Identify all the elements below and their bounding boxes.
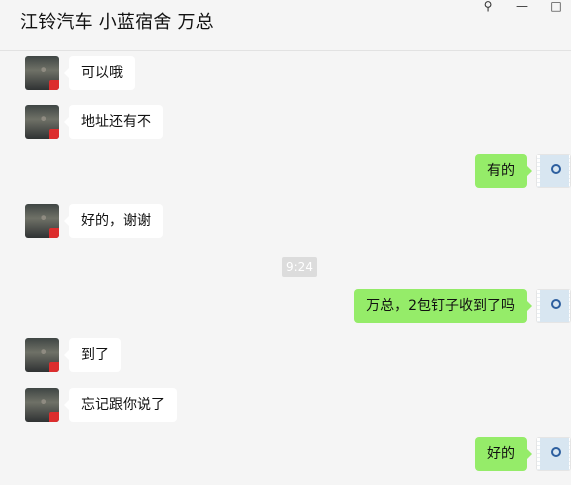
message-row: 到了 — [0, 338, 571, 378]
chat-header: 江铃汽车 小蓝宿舍 万总 ⚲ — □ — [0, 0, 571, 51]
incoming-message[interactable]: 可以哦 — [64, 56, 135, 90]
message-list[interactable]: 可以哦 地址还有不 有的 好的，谢谢 9:24 万总，2包钉子收到了吗 到了 忘… — [0, 51, 571, 485]
maximize-icon[interactable]: □ — [549, 0, 563, 12]
incoming-message[interactable]: 好的，谢谢 — [64, 204, 163, 238]
chat-window: 江铃汽车 小蓝宿舍 万总 ⚲ — □ 可以哦 地址还有不 有的 好的，谢谢 9:… — [0, 0, 571, 485]
incoming-message[interactable]: 地址还有不 — [64, 105, 163, 139]
message-row: 好的 — [0, 437, 571, 477]
red-flag-icon — [49, 129, 59, 139]
red-flag-icon — [49, 228, 59, 238]
incoming-message[interactable]: 忘记跟你说了 — [64, 388, 177, 422]
message-row: 忘记跟你说了 — [0, 388, 571, 428]
message-row: 可以哦 — [0, 56, 571, 96]
outgoing-message[interactable]: 有的 — [475, 154, 532, 188]
chat-title: 江铃汽车 小蓝宿舍 万总 — [20, 12, 214, 33]
message-row: 万总，2包钉子收到了吗 — [0, 289, 571, 329]
red-flag-icon — [49, 362, 59, 372]
contact-avatar[interactable] — [25, 105, 59, 139]
red-flag-icon — [49, 80, 59, 90]
circle-icon — [551, 447, 561, 457]
incoming-message[interactable]: 到了 — [64, 338, 121, 372]
self-avatar[interactable] — [536, 437, 571, 471]
window-controls: ⚲ — □ — [481, 0, 563, 12]
message-row: 好的，谢谢 — [0, 204, 571, 244]
message-timestamp: 9:24 — [282, 257, 317, 277]
message-row: 地址还有不 — [0, 105, 571, 145]
pin-icon[interactable]: ⚲ — [481, 0, 495, 12]
minimize-icon[interactable]: — — [515, 0, 529, 12]
red-flag-icon — [49, 412, 59, 422]
outgoing-message[interactable]: 万总，2包钉子收到了吗 — [354, 289, 532, 323]
circle-icon — [551, 299, 561, 309]
contact-avatar[interactable] — [25, 204, 59, 238]
message-row: 有的 — [0, 154, 571, 194]
outgoing-message[interactable]: 好的 — [475, 437, 532, 471]
self-avatar[interactable] — [536, 289, 571, 323]
circle-icon — [551, 164, 561, 174]
self-avatar[interactable] — [536, 154, 571, 188]
contact-avatar[interactable] — [25, 56, 59, 90]
contact-avatar[interactable] — [25, 338, 59, 372]
contact-avatar[interactable] — [25, 388, 59, 422]
